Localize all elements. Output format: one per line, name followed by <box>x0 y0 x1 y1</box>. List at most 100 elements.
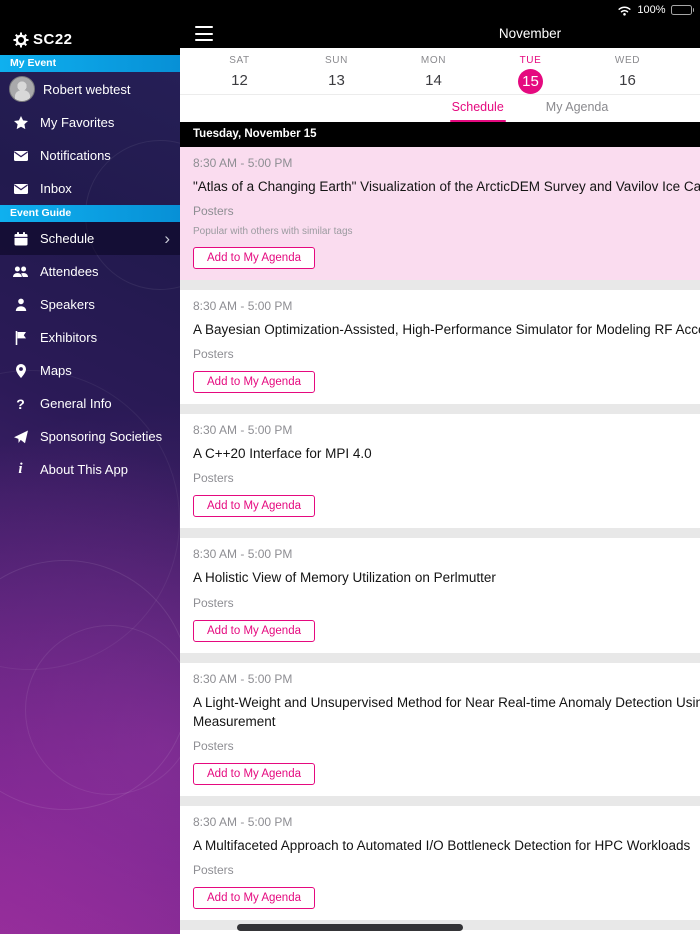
sidebar-item-label: Sponsoring Societies <box>40 429 163 444</box>
sidebar-item-label: Maps <box>40 363 72 378</box>
day-of-week: SUN <box>325 55 348 66</box>
session-card[interactable]: 8:30 AM - 5:00 PM A C++20 Interface for … <box>180 414 700 529</box>
sidebar-item-label: Robert webtest <box>43 81 131 97</box>
session-time: 8:30 AM - 5:00 PM <box>193 814 293 829</box>
sidebar-item-schedule[interactable]: Schedule › <box>0 222 180 255</box>
sidebar-item-label: Inbox <box>40 181 72 196</box>
sidebar-item-label: Notifications <box>40 148 111 163</box>
session-category: Posters <box>193 863 234 878</box>
battery-percent-label: 100% <box>637 4 666 16</box>
day-number: 16 <box>619 72 636 89</box>
session-popularity-note: Popular with others with similar tags <box>193 226 353 238</box>
session-time: 8:30 AM - 5:00 PM <box>193 299 293 314</box>
date-cell-tue-selected[interactable]: TUE 15 <box>482 48 579 94</box>
person-icon <box>12 296 29 313</box>
status-bar: 100% <box>0 0 700 20</box>
tab-schedule[interactable]: Schedule <box>449 95 506 122</box>
sidebar-item-maps[interactable]: Maps <box>0 354 180 387</box>
session-time: 8:30 AM - 5:00 PM <box>193 156 293 170</box>
map-pin-icon <box>12 362 29 379</box>
session-title: A Light-Weight and Unsupervised Method f… <box>193 694 700 729</box>
calendar-icon <box>12 230 29 247</box>
logo-text: SC22 <box>33 31 73 48</box>
date-cell-wed[interactable]: WED 16 <box>579 48 676 94</box>
session-title: A C++20 Interface for MPI 4.0 <box>193 446 372 462</box>
session-time: 8:30 AM - 5:00 PM <box>193 423 293 438</box>
day-section-header: Tuesday, November 15 <box>180 122 700 147</box>
tab-bar: Schedule My Agenda <box>180 95 700 122</box>
date-strip: SAT 12 SUN 13 MON 14 TUE 15 WED 16 <box>180 48 700 95</box>
sidebar-item-label: Schedule <box>40 231 95 246</box>
session-card[interactable]: 8:30 AM - 5:00 PM "Atlas of a Changing E… <box>180 147 700 281</box>
session-title: "Atlas of a Changing Earth" Visualizatio… <box>193 179 700 194</box>
sidebar-item-inbox[interactable]: Inbox <box>0 172 180 205</box>
battery-icon <box>670 5 694 15</box>
info-icon: i <box>18 461 23 477</box>
day-of-week: TUE <box>519 55 542 66</box>
day-number-selected: 15 <box>518 69 543 94</box>
tab-my-agenda[interactable]: My Agenda <box>544 95 611 122</box>
paper-plane-icon <box>12 428 29 445</box>
add-to-agenda-button[interactable]: Add to My Agenda <box>193 371 315 394</box>
session-card[interactable]: 8:30 AM - 5:00 PM A Multifaceted Approac… <box>180 805 700 921</box>
page-title: November <box>498 26 562 41</box>
sidebar-item-my-favorites[interactable]: My Favorites <box>0 106 180 139</box>
sidebar-item-notifications[interactable]: Notifications <box>0 139 180 172</box>
sidebar-item-attendees[interactable]: Attendees <box>0 255 180 288</box>
active-tab-underline <box>449 120 506 122</box>
main-content: November SAT 12 SUN 13 MON 14 TUE 15 WED… <box>180 20 700 934</box>
day-of-week: MON <box>420 55 447 66</box>
day-number: 12 <box>231 72 248 89</box>
date-cell-sun[interactable]: SUN 13 <box>288 48 385 94</box>
date-cell-mon[interactable]: MON 14 <box>385 48 482 94</box>
section-header-my-event: My Event <box>0 55 180 72</box>
session-title: A Multifaceted Approach to Automated I/O… <box>193 837 691 853</box>
session-card[interactable]: 8:30 AM - 5:00 PM A Bayesian Optimizatio… <box>180 290 700 405</box>
gear-logo-icon <box>12 31 29 48</box>
sidebar-item-about-this-app[interactable]: i About This App <box>0 453 180 486</box>
session-card[interactable]: 8:30 AM - 5:00 PM A Light-Weight and Uns… <box>180 662 700 796</box>
session-title: A Holistic View of Memory Utilization on… <box>193 570 496 586</box>
tab-label: My Agenda <box>545 100 609 114</box>
section-header-event-guide: Event Guide <box>0 205 180 222</box>
sidebar-item-speakers[interactable]: Speakers <box>0 288 180 321</box>
sidebar-item-label: About This App <box>40 462 128 477</box>
app-screen: November SAT 12 SUN 13 MON 14 TUE 15 WED… <box>0 0 700 934</box>
session-card[interactable]: 8:30 AM - 5:00 PM A Holistic View of Mem… <box>180 538 700 653</box>
session-category: Posters <box>193 595 234 610</box>
session-title: A Bayesian Optimization-Assisted, High-P… <box>193 322 700 338</box>
star-icon <box>12 114 29 131</box>
main-header: November <box>180 20 700 48</box>
add-to-agenda-button[interactable]: Add to My Agenda <box>193 619 315 642</box>
sidebar-item-general-info[interactable]: ? General Info <box>0 387 180 420</box>
home-indicator[interactable] <box>237 924 463 931</box>
sidebar-item-label: Speakers <box>40 297 95 312</box>
day-of-week: WED <box>614 55 641 66</box>
day-of-week: SAT <box>229 55 250 66</box>
add-to-agenda-button[interactable]: Add to My Agenda <box>193 247 315 270</box>
tab-label: Schedule <box>451 100 504 114</box>
wifi-icon <box>617 5 632 16</box>
date-cell-sat[interactable]: SAT 12 <box>191 48 288 94</box>
sidebar-item-label: Attendees <box>40 264 99 279</box>
session-time: 8:30 AM - 5:00 PM <box>193 671 293 686</box>
sidebar-item-exhibitors[interactable]: Exhibitors <box>0 321 180 354</box>
chevron-right-icon: › <box>164 229 170 248</box>
sidebar-item-label: My Favorites <box>40 115 115 130</box>
sidebar-item-sponsoring-societies[interactable]: Sponsoring Societies <box>0 420 180 453</box>
sidebar-item-label: General Info <box>40 396 112 411</box>
session-category: Posters <box>193 204 234 219</box>
sidebar-item-profile[interactable]: Robert webtest <box>0 72 180 106</box>
add-to-agenda-button[interactable]: Add to My Agenda <box>193 887 315 910</box>
add-to-agenda-button[interactable]: Add to My Agenda <box>193 495 315 518</box>
add-to-agenda-button[interactable]: Add to My Agenda <box>193 762 315 785</box>
flag-icon <box>12 329 29 346</box>
people-icon <box>12 263 29 280</box>
session-category: Posters <box>193 347 234 362</box>
sidebar: SC22 My Event Robert webtest My Favorite… <box>0 0 180 934</box>
session-time: 8:30 AM - 5:00 PM <box>193 547 293 562</box>
question-icon: ? <box>16 395 25 412</box>
session-category: Posters <box>193 738 234 753</box>
session-list: 8:30 AM - 5:00 PM "Atlas of a Changing E… <box>180 147 700 934</box>
day-number: 13 <box>328 72 345 89</box>
